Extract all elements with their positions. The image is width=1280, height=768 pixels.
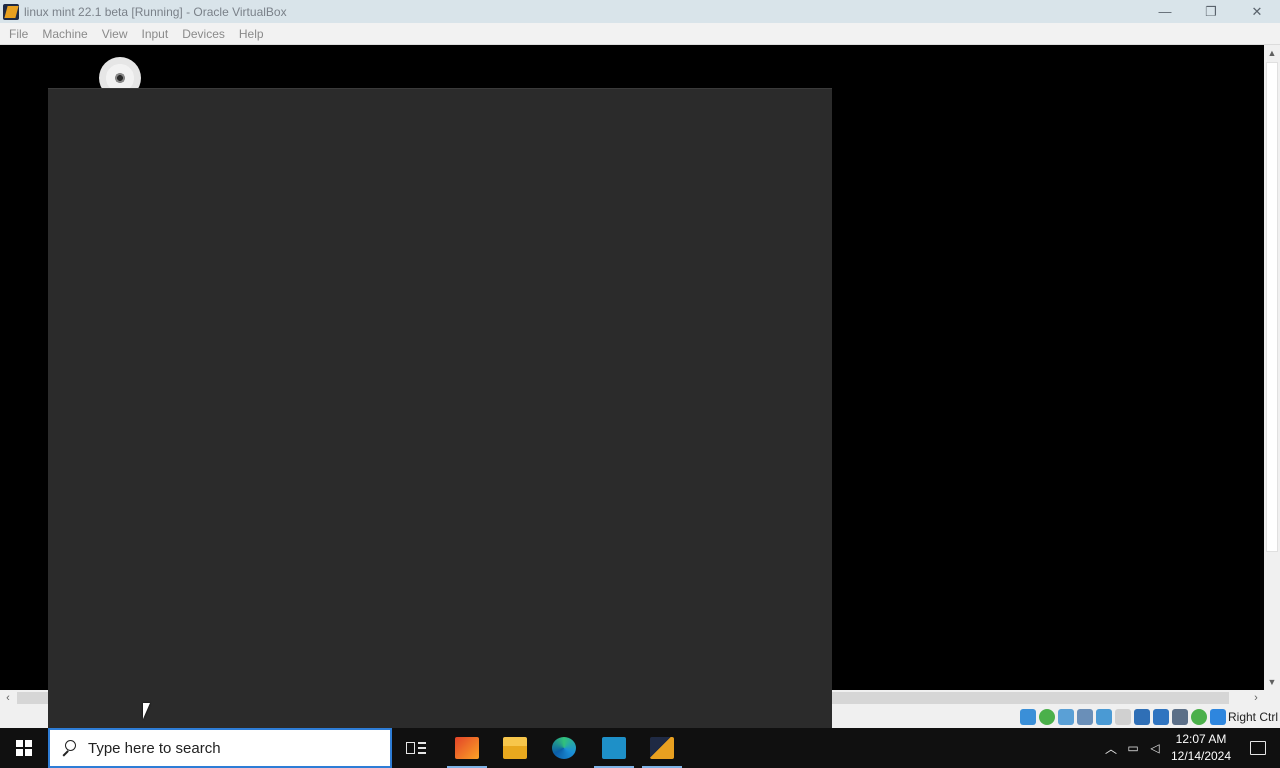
keyboard-icon[interactable] — [1210, 709, 1226, 725]
notification-icon — [1250, 741, 1266, 755]
clock-date: 12/14/2024 — [1170, 749, 1232, 763]
menu-input[interactable]: Input — [137, 27, 174, 41]
cpu-icon[interactable] — [1172, 709, 1188, 725]
edge-icon — [552, 737, 576, 759]
device-status-icons — [1020, 709, 1226, 725]
menu-help[interactable]: Help — [234, 27, 269, 41]
display-icon[interactable] — [1134, 709, 1150, 725]
task-view-icon — [406, 740, 426, 756]
search-input[interactable] — [88, 739, 368, 757]
scrollbar-corner — [1264, 690, 1280, 706]
network-tray-icon[interactable]: ▭ — [1122, 728, 1144, 768]
taskbar-search-box[interactable] — [48, 728, 392, 768]
volume-muted-icon[interactable]: ◁ — [1144, 728, 1166, 768]
menu-devices[interactable]: Devices — [177, 27, 230, 41]
vscode-app[interactable] — [590, 728, 638, 768]
minimize-button[interactable]: — — [1142, 0, 1188, 23]
scroll-right-icon[interactable]: › — [1248, 690, 1264, 706]
task-view-button[interactable] — [392, 728, 440, 768]
vertical-scroll-thumb[interactable] — [1266, 62, 1278, 552]
menu-bar: File Machine View Input Devices Help — [0, 23, 1280, 45]
recording-icon[interactable] — [1153, 709, 1169, 725]
taskbar: ︿ ▭ ◁ 12:07 AM 12/14/2024 — [0, 728, 1280, 768]
usb-icon[interactable] — [1096, 709, 1112, 725]
host-key-label[interactable]: Right Ctrl — [1228, 710, 1278, 724]
window-title: linux mint 22.1 beta [Running] - Oracle … — [24, 4, 287, 19]
virtualbox-taskbar-icon — [650, 737, 674, 759]
notification-button[interactable] — [1236, 728, 1280, 768]
file-explorer-icon — [503, 737, 527, 759]
chevron-up-icon[interactable]: ︿ — [1100, 728, 1122, 768]
optical-drive-icon[interactable] — [1039, 709, 1055, 725]
search-icon — [60, 739, 78, 757]
virtualbox-app[interactable] — [638, 728, 686, 768]
vm-display[interactable] — [0, 45, 1264, 690]
start-button[interactable] — [0, 728, 48, 768]
virtualbox-icon — [2, 3, 20, 21]
gitlab-icon — [455, 737, 479, 759]
vscode-icon — [602, 737, 626, 759]
scroll-down-icon[interactable]: ▼ — [1264, 674, 1280, 690]
network-icon[interactable] — [1077, 709, 1093, 725]
vertical-scrollbar[interactable]: ▲ ▼ — [1264, 45, 1280, 690]
restore-button[interactable]: ❐ — [1188, 0, 1234, 23]
shared-folders-icon[interactable] — [1115, 709, 1131, 725]
guest-window[interactable] — [48, 88, 832, 690]
menu-view[interactable]: View — [97, 27, 133, 41]
window-controls: — ❐ ✕ — [1142, 0, 1280, 23]
mouse-pointer-icon — [143, 703, 155, 719]
scroll-up-icon[interactable]: ▲ — [1264, 45, 1280, 61]
clock-time: 12:07 AM — [1175, 732, 1227, 746]
gitlab-app[interactable] — [443, 728, 491, 768]
clock[interactable]: 12:07 AM 12/14/2024 — [1166, 728, 1236, 768]
title-bar[interactable]: linux mint 22.1 beta [Running] - Oracle … — [0, 0, 1280, 23]
audio-icon[interactable] — [1058, 709, 1074, 725]
system-tray: ︿ ▭ ◁ 12:07 AM 12/14/2024 — [1100, 728, 1280, 768]
scroll-left-icon[interactable]: ‹ — [0, 690, 16, 706]
file-explorer-app[interactable] — [491, 728, 539, 768]
guest-window-lower — [48, 690, 832, 728]
edge-app[interactable] — [540, 728, 588, 768]
windows-logo-icon — [16, 740, 32, 756]
menu-machine[interactable]: Machine — [37, 27, 92, 41]
hard-disk-icon[interactable] — [1020, 709, 1036, 725]
close-button[interactable]: ✕ — [1234, 0, 1280, 23]
menu-file[interactable]: File — [4, 27, 33, 41]
mouse-integration-icon[interactable] — [1191, 709, 1207, 725]
